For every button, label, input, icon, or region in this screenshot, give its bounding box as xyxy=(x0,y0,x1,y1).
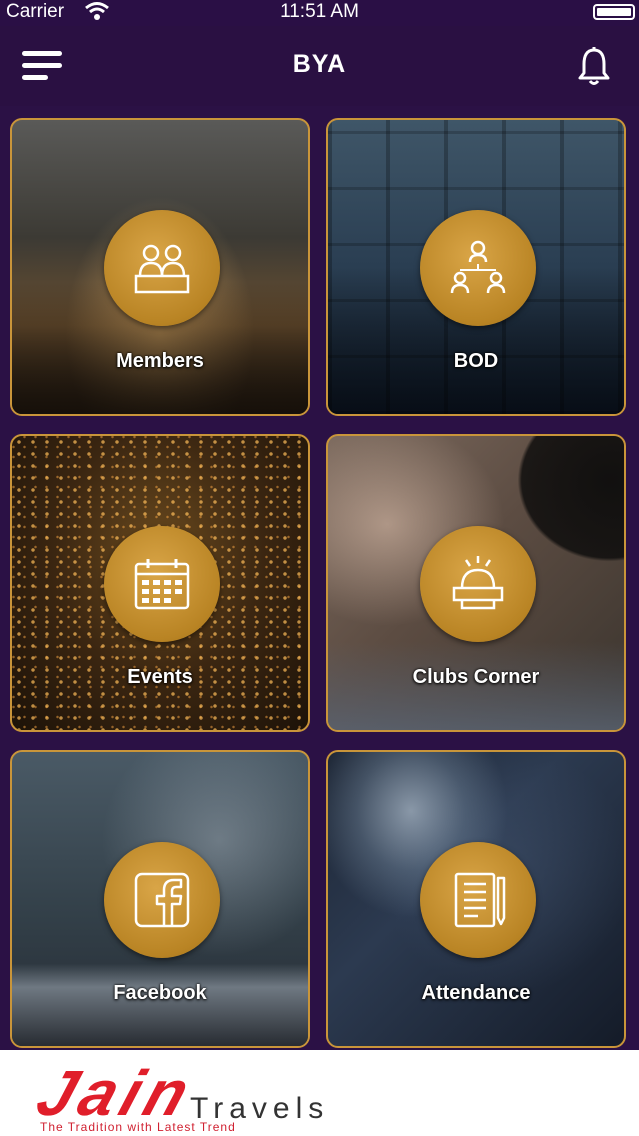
attendance-icon xyxy=(454,872,506,928)
status-bar: Carrier 11:51 AM xyxy=(0,0,639,26)
facebook-icon-circle xyxy=(104,842,220,958)
members-icon-circle xyxy=(104,210,220,326)
clock-label: 11:51 AM xyxy=(280,1,359,22)
events-icon-circle xyxy=(104,526,220,642)
tile-members[interactable]: Members xyxy=(10,118,310,416)
tile-label: Clubs Corner xyxy=(412,666,540,688)
members-icon xyxy=(134,244,190,294)
clubs-corner-icon-circle xyxy=(420,526,536,642)
tile-label: Events xyxy=(127,666,193,688)
tile-events[interactable]: Events xyxy=(10,434,310,732)
page-title: BYA xyxy=(292,50,347,78)
notification-bell-icon[interactable] xyxy=(575,46,613,86)
ad-brand-logo: Jain xyxy=(28,1057,204,1129)
tile-label: BOD xyxy=(453,350,499,372)
calendar-icon xyxy=(134,559,190,610)
bod-icon-circle xyxy=(420,210,536,326)
facebook-icon xyxy=(134,872,190,928)
battery-icon xyxy=(593,4,635,20)
menu-grid: Members BOD Events Clubs Corner Facebook… xyxy=(8,116,628,1048)
tile-label: Facebook xyxy=(113,982,207,1004)
ad-banner[interactable]: Jain Travels The Tradition with Latest T… xyxy=(0,1050,639,1136)
tile-clubs-corner[interactable]: Clubs Corner xyxy=(326,434,626,732)
attendance-icon-circle xyxy=(420,842,536,958)
tile-attendance[interactable]: Attendance xyxy=(326,750,626,1048)
tile-label: Members xyxy=(116,350,204,372)
tile-label: Attendance xyxy=(421,982,531,1004)
ad-tagline: The Tradition with Latest Trend xyxy=(40,1120,236,1134)
navigation-bar: BYA xyxy=(0,26,639,106)
bod-icon xyxy=(450,240,506,294)
tile-bod[interactable]: BOD xyxy=(326,118,626,416)
clubs-corner-icon xyxy=(452,556,504,610)
tile-facebook[interactable]: Facebook xyxy=(10,750,310,1048)
